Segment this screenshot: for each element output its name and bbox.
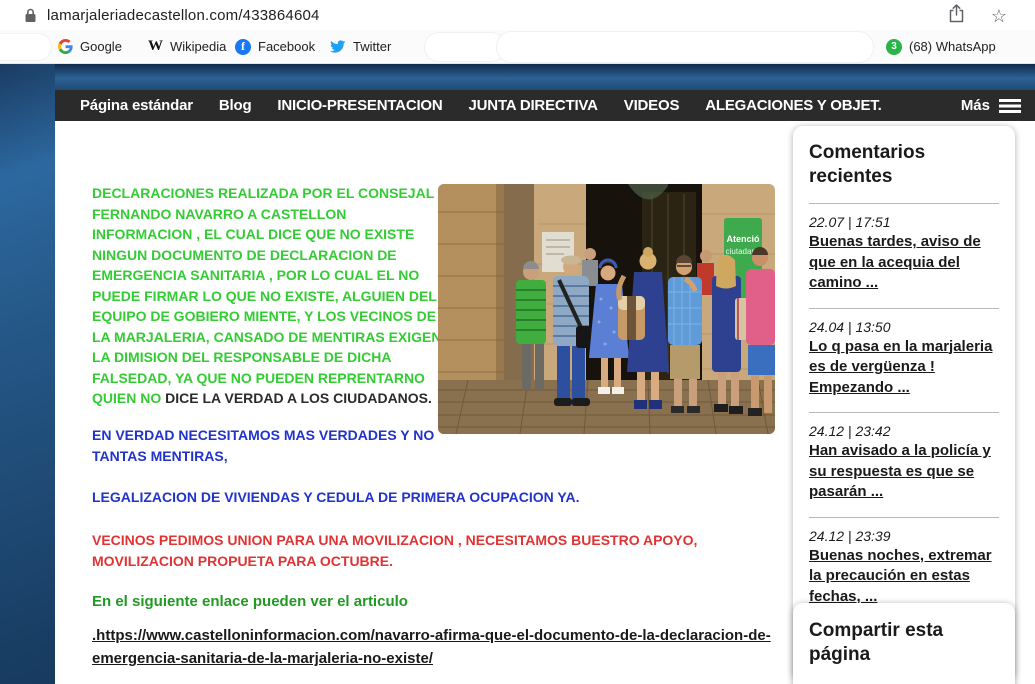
divider	[809, 412, 999, 413]
browser-window: lamarjaleriadecastellon.com/433864604 ☆	[0, 0, 1035, 684]
photo-sign-text-line1: Atenció	[726, 234, 760, 244]
recent-comments-title: Comentarios recientes	[809, 141, 999, 189]
comment-item: 24.04 | 13:50 Lo q pasa en la marjaleria…	[809, 319, 999, 399]
nav-item-junta-directiva[interactable]: JUNTA DIRECTIVA	[456, 97, 611, 114]
bookmark-label: Facebook	[258, 39, 315, 54]
comment-date: 24.12 | 23:39	[809, 528, 999, 544]
bookmark-label: Twitter	[353, 39, 391, 54]
comment-date: 22.07 | 17:51	[809, 214, 999, 230]
bookmark-label: Google	[80, 39, 122, 54]
site-navbar: Página estándar Blog INICIO-PRESENTACION…	[55, 90, 1035, 121]
wikipedia-icon: W	[148, 38, 163, 55]
share-page-card: Compartir esta página	[793, 603, 1015, 684]
comment-item: 22.07 | 17:51 Buenas tardes, aviso de qu…	[809, 214, 999, 294]
lock-icon	[24, 8, 37, 23]
whatsapp-badge-icon: 3	[886, 39, 902, 55]
nav-item-blog[interactable]: Blog	[206, 97, 265, 114]
nav-item-pagina-estandar[interactable]: Página estándar	[67, 97, 206, 114]
bookmark-google[interactable]: Google	[58, 30, 122, 63]
nav-item-videos[interactable]: VIDEOS	[611, 97, 692, 114]
share-page-title: Compartir esta página	[809, 619, 999, 667]
divider	[809, 308, 999, 309]
article-paragraph-movilizacion: VECINOS PEDIMOS UNION PARA UNA MOVILIZAC…	[92, 530, 786, 571]
redacted-bookmark-blob	[424, 32, 506, 62]
bookmarks-bar: Google W Wikipedia f Facebook Twitter 3 …	[0, 30, 1035, 64]
bookmark-star-icon[interactable]: ☆	[991, 7, 1007, 25]
article-photo: Atenció ciutadana	[438, 184, 775, 434]
bookmark-label: (68) WhatsApp	[909, 39, 996, 54]
comment-item: 24.12 | 23:42 Han avisado a la policía y…	[809, 423, 999, 503]
article-paragraph-enlace: En el siguiente enlace pueden ver el art…	[92, 593, 732, 610]
article-external-link[interactable]: .https://www.castelloninformacion.com/na…	[92, 624, 786, 670]
comment-link[interactable]: Buenas tardes, aviso de que en la acequi…	[809, 232, 999, 294]
bookmark-wikipedia[interactable]: W Wikipedia	[148, 30, 226, 63]
url-text[interactable]: lamarjaleriadecastellon.com/433864604	[47, 7, 320, 24]
article-black-text: DICE LA VERDAD A LOS CIUDADANOS.	[165, 390, 432, 406]
article-green-text: DECLARACIONES REALIZADA POR EL CONSEJAL …	[92, 185, 442, 406]
bookmark-whatsapp[interactable]: 3 (68) WhatsApp	[886, 30, 996, 63]
recent-comments-card: Comentarios recientes 22.07 | 17:51 Buen…	[793, 126, 1015, 681]
google-icon	[58, 39, 73, 54]
site-header-band	[0, 64, 1035, 90]
redacted-bookmark-blob	[496, 31, 874, 63]
comment-link[interactable]: Lo q pasa en la marjaleria es de vergüen…	[809, 337, 999, 399]
comment-link[interactable]: Han avisado a la policía y su respuesta …	[809, 441, 999, 503]
facebook-icon: f	[235, 39, 251, 55]
nav-more-label: Más	[961, 97, 990, 114]
nav-more-button[interactable]: Más	[961, 97, 1035, 114]
bookmark-twitter[interactable]: Twitter	[330, 30, 391, 63]
twitter-icon	[330, 40, 346, 54]
divider	[809, 203, 999, 204]
left-margin-strip	[0, 64, 55, 684]
page-content: DECLARACIONES REALIZADA POR EL CONSEJAL …	[55, 121, 1035, 684]
browser-chrome: lamarjaleriadecastellon.com/433864604 ☆	[0, 0, 1035, 64]
comment-link[interactable]: Buenas noches, extremar la precaución en…	[809, 546, 999, 608]
share-icon[interactable]	[948, 4, 965, 28]
comment-date: 24.04 | 13:50	[809, 319, 999, 335]
hamburger-menu-icon	[999, 99, 1021, 113]
nav-item-inicio-presentacion[interactable]: INICIO-PRESENTACION	[264, 97, 455, 114]
comment-item: 24.12 | 23:39 Buenas noches, extremar la…	[809, 528, 999, 608]
address-bar[interactable]: lamarjaleriadecastellon.com/433864604 ☆	[0, 0, 1035, 30]
bookmark-label: Wikipedia	[170, 39, 226, 54]
redacted-bookmark-blob	[0, 33, 52, 61]
nav-item-alegaciones[interactable]: ALEGACIONES Y OBJET.	[692, 97, 894, 114]
article-paragraph-declaraciones: DECLARACIONES REALIZADA POR EL CONSEJAL …	[92, 183, 442, 409]
bookmark-facebook[interactable]: f Facebook	[235, 30, 315, 63]
comment-date: 24.12 | 23:42	[809, 423, 999, 439]
divider	[809, 517, 999, 518]
article-paragraph-legalizacion: LEGALIZACION DE VIVIENDAS Y CEDULA DE PR…	[92, 487, 732, 508]
article-paragraph-verdades: EN VERDAD NECESITAMOS MAS VERDADES Y NO …	[92, 425, 492, 466]
